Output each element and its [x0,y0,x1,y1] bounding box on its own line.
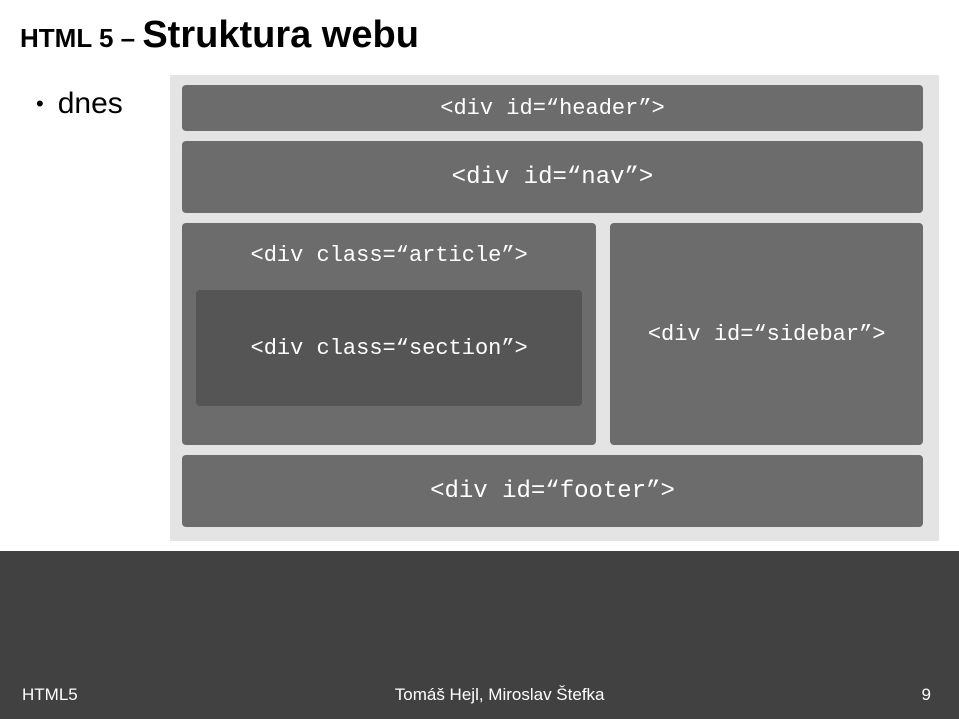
diagram-sidebar-label: <div id=“sidebar”> [648,322,886,347]
bullet-dot-icon: • [36,91,58,116]
diagram-nav-label: <div id=“nav”> [452,164,654,191]
footer-center: Tomáš Hejl, Miroslav Štefka [395,685,605,705]
diagram-footer-label: <div id=“footer”> [430,478,675,505]
diagram-header-label: <div id=“header”> [440,96,664,121]
slide-footer: HTML5 Tomáš Hejl, Miroslav Štefka 9 [0,675,959,719]
bullet-text: dnes [58,87,123,120]
footer-right: 9 [922,685,931,705]
diagram-section-box: <div class=“section”> [196,290,582,406]
diagram-header-box: <div id=“header”> [182,85,923,131]
diagram-nav-box: <div id=“nav”> [182,141,923,213]
diagram-section-label: <div class=“section”> [251,336,528,361]
diagram-sidebar-box: <div id=“sidebar”> [610,223,923,445]
slide-background [0,551,959,675]
bullet-item: •dnes [0,75,170,541]
slide-title-bar: HTML 5 – Struktura webu [0,0,959,75]
footer-left: HTML5 [22,685,78,705]
diagram-article-label: <div class=“article”> [196,239,582,290]
title-main: Struktura webu [142,14,419,56]
layout-diagram: <div id=“header”> <div id=“nav”> <div cl… [170,75,939,541]
title-prefix: HTML 5 – [20,23,142,53]
diagram-middle-row: <div class=“article”> <div class=“sectio… [182,223,923,445]
diagram-footer-box: <div id=“footer”> [182,455,923,527]
content-row: •dnes <div id=“header”> <div id=“nav”> <… [0,75,959,551]
diagram-article-box: <div class=“article”> <div class=“sectio… [182,223,596,445]
